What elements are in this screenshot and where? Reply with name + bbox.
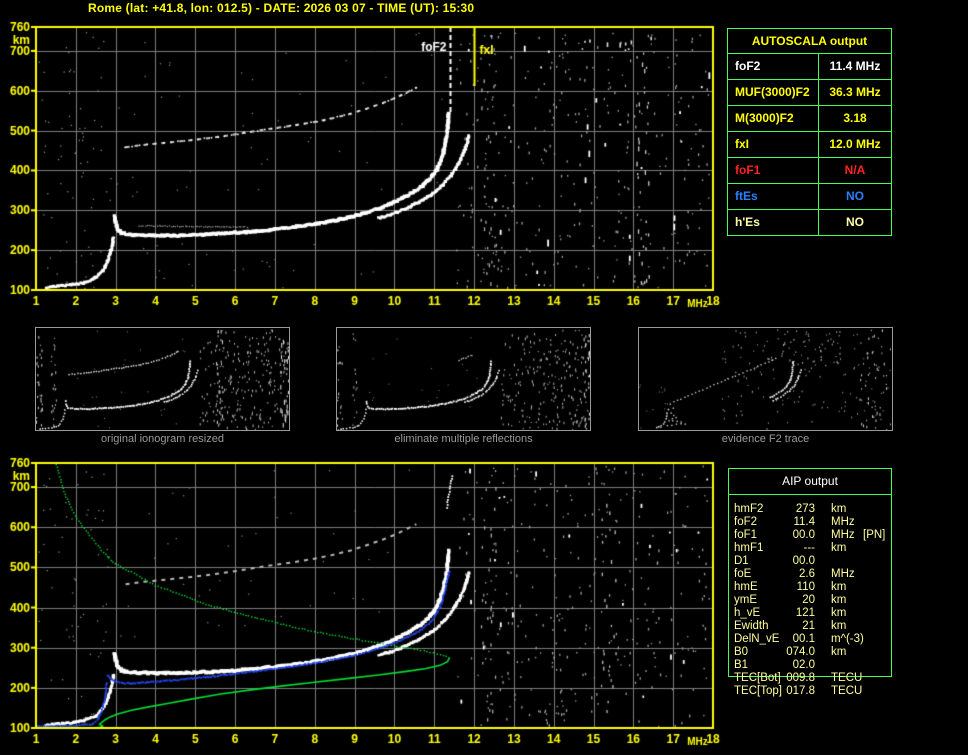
aip-cell-val: 110 (796, 581, 815, 593)
aip-cell-val: 074.0 (786, 646, 815, 658)
aip-cell-name: Ewidth (734, 620, 769, 632)
autoscala-row-MUF(3000)F2: MUF(3000)F2 36.3 MHz (728, 79, 891, 105)
autoscala-row-M(3000)F2: M(3000)F2 3.18 (728, 105, 891, 131)
aip-cell-name: hmE (734, 581, 758, 593)
autoscala-table-title: AUTOSCALA output (751, 34, 868, 48)
autoscala-param-value: NO (846, 215, 864, 229)
aip-cell-unit: km (831, 594, 847, 606)
aip-cell-name: TEC[Top] (734, 685, 782, 697)
aip-row-B0: B0 074.0 km (729, 646, 899, 659)
aip-cell-name: foE (734, 568, 752, 580)
aip-cell-name: ymE (734, 594, 757, 606)
autoscala-row-fxI: fxI 12.0 MHz (728, 131, 891, 157)
autoscala-param-label: fxI (728, 132, 819, 157)
autoscala-param-value: 36.3 MHz (829, 85, 881, 99)
aip-cell-val: 2.6 (799, 568, 815, 580)
profile-ionogram-canvas (0, 451, 730, 753)
autoscala-param-value: NO (846, 189, 864, 203)
aip-row-DelN_vE: DelN_vE 00.1 m^(-3) (729, 633, 899, 646)
aip-cell-unit: MHz (831, 568, 855, 580)
aip-cell-unit: km (831, 503, 847, 515)
aip-row-TEC[Bot]: TEC[Bot] 009.8 TECU (729, 672, 899, 685)
autoscala-row-foF1: foF1 N/A (728, 157, 891, 183)
aip-cell-val: 02.0 (792, 659, 815, 671)
aip-row-D1: D1 00.0 (729, 555, 899, 568)
autoscala-param-value: 11.4 MHz (829, 59, 881, 73)
aip-cell-val: 00.0 (792, 529, 815, 541)
aip-cell-name: h_vE (734, 607, 761, 619)
aip-cell-unit: km (831, 620, 847, 632)
aip-row-hmF1: hmF1 --- km (729, 542, 899, 555)
aip-cell-unit: km (831, 646, 847, 658)
aip-cell-name: foF2 (734, 516, 758, 528)
aip-table-title: AIP output (729, 469, 891, 495)
aip-cell-name: TEC[Bot] (734, 672, 781, 684)
aip-row-foE: foE 2.6 MHz (729, 568, 899, 581)
aip-cell-name: B0 (734, 646, 749, 658)
station-date-title: Rome (lat: +41.8, lon: 012.5) - DATE: 20… (88, 1, 475, 15)
aip-cell-unit: km (831, 607, 847, 619)
autoscala-output-table: AUTOSCALA output foF2 11.4 MHz MUF(3000)F2… (727, 28, 892, 236)
aip-cell-unit: TECU (831, 685, 863, 697)
aip-row-foF2: foF2 11.4 MHz (729, 516, 899, 529)
thumbnail-caption-original: original ionogram resized (101, 433, 224, 445)
autoscala-param-label: foF2 (728, 54, 819, 79)
thumbnail-original-ionogram (35, 327, 290, 431)
aip-row-ymE: ymE 20 km (729, 594, 899, 607)
aip-cell-extra: [PN] (863, 529, 886, 541)
aip-row-Ewidth: Ewidth 21 km (729, 620, 899, 633)
aip-cell-name: hmF1 (734, 542, 764, 554)
aip-cell-unit: MHz (831, 516, 855, 528)
autoscala-param-value: N/A (844, 163, 866, 177)
aip-cell-name: hmF2 (734, 503, 764, 515)
main-ionogram-canvas (0, 15, 730, 315)
aip-row-hmF2: hmF2 273 km (729, 503, 899, 516)
aip-cell-unit: TECU (831, 672, 863, 684)
aip-cell-unit: m^(-3) (831, 633, 864, 645)
autoscala-param-label: MUF(3000)F2 (728, 80, 819, 105)
autoscala-window: Rome (lat: +41.8, lon: 012.5) - DATE: 20… (0, 0, 968, 755)
aip-cell-val: 11.4 (793, 516, 815, 528)
aip-cell-val: 009.8 (786, 672, 815, 684)
aip-cell-val: 121 (795, 607, 815, 619)
aip-row-B1: B1 02.0 (729, 659, 899, 672)
aip-cell-unit: km (831, 581, 847, 593)
aip-cell-val: 017.8 (786, 685, 815, 697)
thumbnail-evidence-f2 (638, 327, 893, 431)
autoscala-row-ftEs: ftEs NO (728, 183, 891, 209)
aip-row-hmE: hmE 110 km (729, 581, 899, 594)
autoscala-param-value: 3.18 (843, 111, 867, 125)
autoscala-param-value: 12.0 MHz (829, 137, 881, 151)
aip-cell-val: 00.1 (792, 633, 815, 645)
autoscala-param-label: ftEs (728, 184, 819, 209)
autoscala-param-label: foF1 (728, 158, 819, 183)
aip-cell-name: D1 (734, 555, 749, 567)
thumbnail-caption-eliminate: eliminate multiple reflections (394, 433, 533, 445)
aip-row-foF1: foF1 00.0 MHz [PN] (729, 529, 899, 542)
aip-row-h_vE: h_vE 121 km (729, 607, 899, 620)
aip-cell-val: --- (803, 542, 816, 554)
aip-cell-unit: km (831, 542, 847, 554)
aip-row-TEC[Top]: TEC[Top] 017.8 TECU (729, 685, 899, 698)
autoscala-table-rows: foF2 11.4 MHz MUF(3000)F2 36.3 MHz M(3000)F2… (728, 53, 891, 235)
aip-cell-val: 20 (802, 594, 815, 606)
aip-cell-name: B1 (734, 659, 749, 671)
autoscala-param-label: h'Es (728, 210, 819, 235)
aip-cell-name: foF1 (734, 529, 758, 541)
autoscala-param-label: M(3000)F2 (728, 106, 819, 131)
autoscala-row-foF2: foF2 11.4 MHz (728, 53, 891, 79)
aip-cell-unit: MHz (831, 529, 855, 541)
aip-cell-val: 00.0 (792, 555, 815, 567)
aip-cell-val: 21 (802, 620, 815, 632)
thumbnail-caption-evidence: evidence F2 trace (721, 433, 810, 445)
aip-cell-val: 273 (795, 503, 815, 515)
autoscala-row-h'Es: h'Es NO (728, 209, 891, 235)
aip-cell-name: DelN_vE (734, 633, 780, 645)
thumbnail-eliminate-reflections (336, 327, 591, 431)
